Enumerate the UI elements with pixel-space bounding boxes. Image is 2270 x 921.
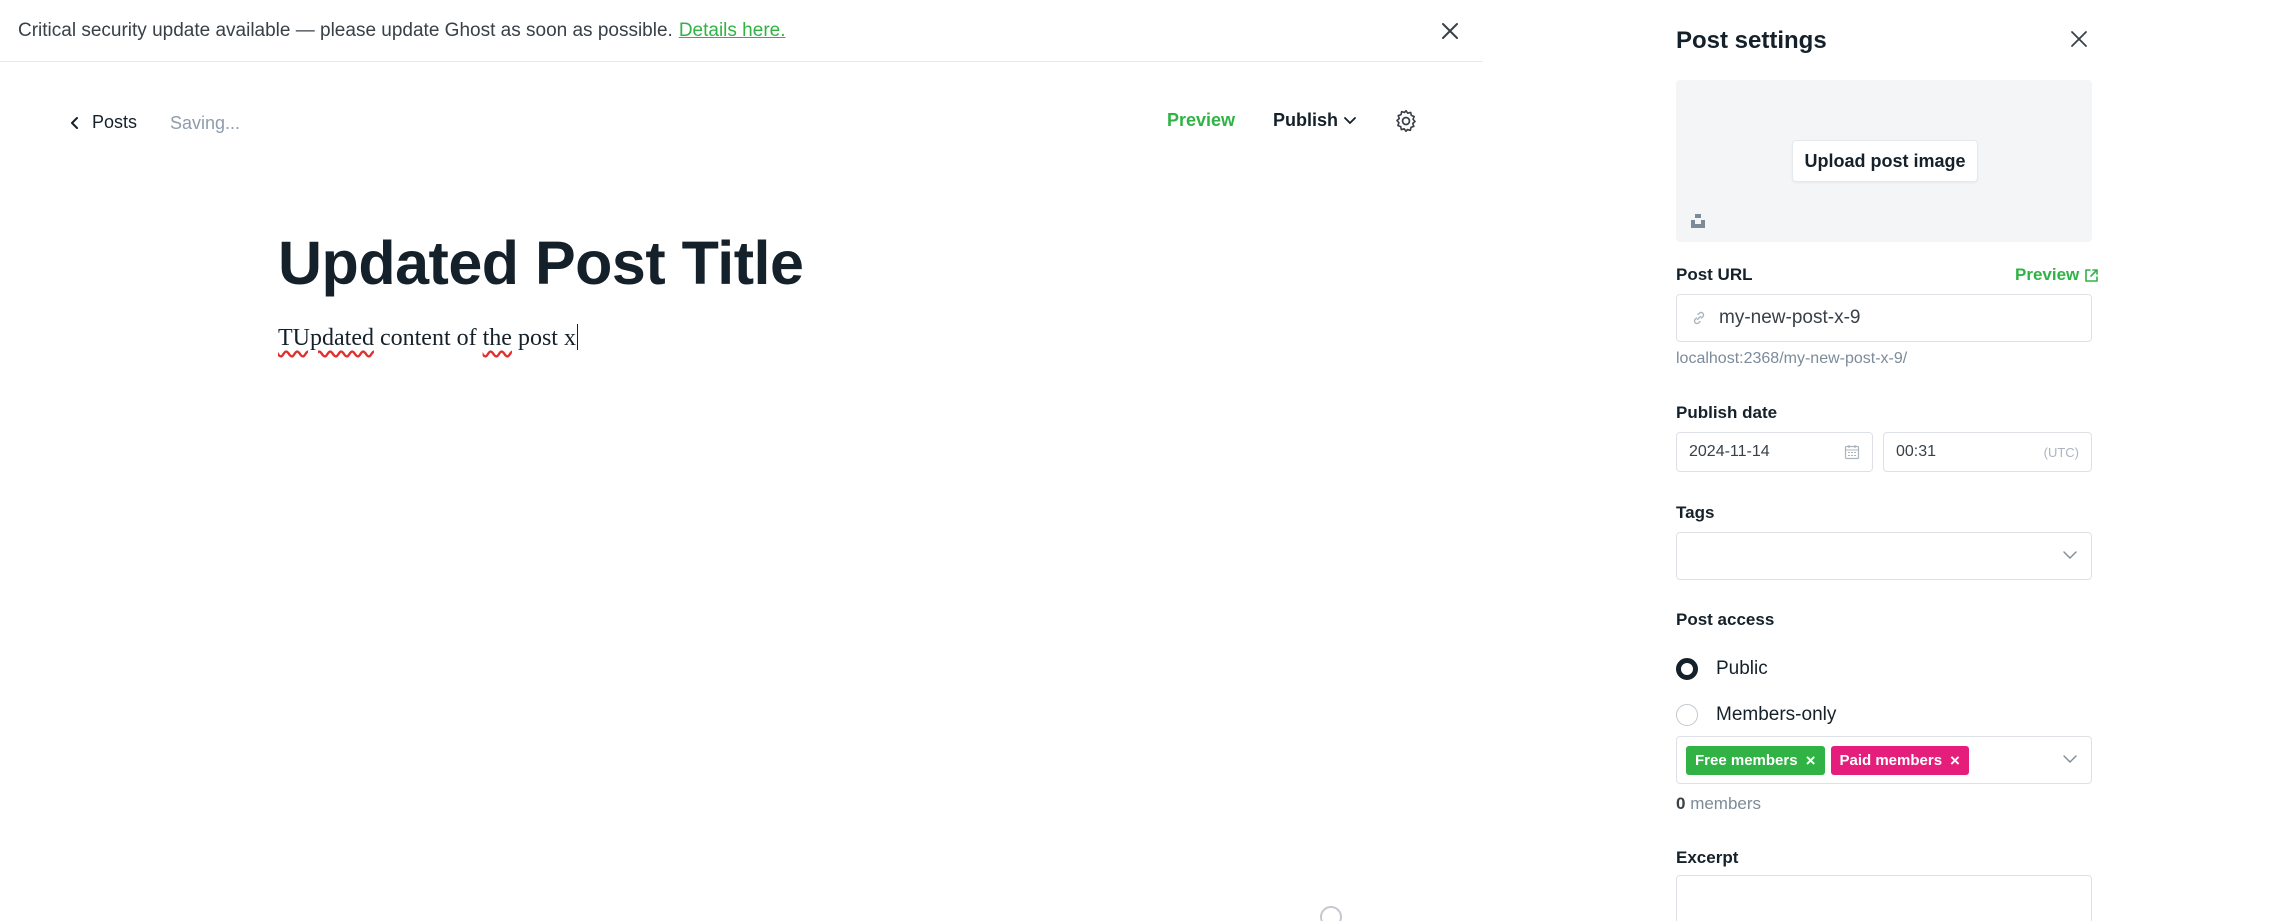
tier-chip-label: Paid members <box>1839 752 1943 769</box>
unsplash-icon[interactable] <box>1690 213 1706 229</box>
access-public-label: Public <box>1716 658 1768 679</box>
close-icon <box>1442 23 1458 39</box>
post-url-hint: localhost:2368/my-new-post-x-9/ <box>1676 350 1908 367</box>
tags-select[interactable] <box>1676 532 2092 580</box>
link-icon <box>1693 311 1705 325</box>
access-option-members[interactable]: Members-only <box>1676 704 1836 726</box>
date-value: 2024-11-14 <box>1689 443 1770 460</box>
publish-date-input[interactable]: 2024-11-14 <box>1676 432 1873 472</box>
banner-close-button[interactable] <box>1437 18 1463 44</box>
remove-tier-icon[interactable]: × <box>1806 751 1816 771</box>
members-count: 0 members <box>1676 794 1761 814</box>
editor-area: Critical security update available — ple… <box>0 0 1483 921</box>
time-value: 00:31 <box>1896 443 1937 460</box>
access-members-label: Members-only <box>1716 704 1837 725</box>
post-settings-toggle[interactable] <box>1393 108 1419 134</box>
preview-button[interactable]: Preview <box>1167 110 1235 131</box>
close-icon <box>2071 31 2087 47</box>
chevron-left-icon <box>71 116 78 129</box>
post-image-dropzone[interactable]: Upload post image <box>1676 80 2092 242</box>
security-banner: Critical security update available — ple… <box>0 0 1483 62</box>
chevron-down-icon <box>2063 755 2077 763</box>
content-text-2: post x <box>511 325 576 351</box>
help-icon[interactable] <box>1320 906 1342 921</box>
tier-chip-paid[interactable]: Paid members × <box>1830 746 1969 775</box>
excerpt-label: Excerpt <box>1676 848 1739 867</box>
post-content[interactable]: TUpdated content of the post x <box>278 324 578 352</box>
publish-button[interactable]: Publish <box>1273 110 1356 131</box>
timezone-label: (UTC) <box>2043 444 2079 460</box>
members-count-suffix: members <box>1685 794 1762 813</box>
remove-tier-icon[interactable]: × <box>1950 751 1960 771</box>
chevron-down-icon <box>2063 551 2077 559</box>
publish-label: Publish <box>1273 110 1339 130</box>
gear-icon <box>1396 109 1416 133</box>
excerpt-textarea[interactable] <box>1676 875 2092 921</box>
content-word-misspelled-2: the <box>482 325 512 351</box>
post-settings-panel: Post settings Upload post image Post URL… <box>1483 0 2270 921</box>
calendar-icon[interactable] <box>1844 444 1860 460</box>
save-status: Saving... <box>170 113 241 133</box>
publish-time-input[interactable]: 00:31 (UTC) <box>1883 432 2092 472</box>
back-label: Posts <box>92 112 138 132</box>
banner-details-link[interactable]: Details here. <box>679 20 786 42</box>
content-text: content of <box>373 325 483 351</box>
post-title[interactable]: Updated Post Title <box>278 228 804 298</box>
tier-chip-free[interactable]: Free members × <box>1686 746 1825 775</box>
tags-label: Tags <box>1676 503 1715 522</box>
upload-post-image-button[interactable]: Upload post image <box>1792 140 1978 182</box>
url-preview-link[interactable]: Preview <box>2015 265 2099 285</box>
url-preview-label: Preview <box>2015 265 2080 284</box>
radio-unselected-icon[interactable] <box>1676 704 1698 726</box>
editor-toolbar: Posts Saving... Preview Publish <box>0 100 1483 150</box>
text-caret <box>576 324 578 350</box>
external-link-icon <box>2085 268 2099 282</box>
ghost-editor-page: Critical security update available — ple… <box>0 0 2270 921</box>
tier-chip-label: Free members <box>1695 752 1798 769</box>
publish-date-label: Publish date <box>1676 403 1778 422</box>
post-url-input[interactable] <box>1719 307 2059 329</box>
access-option-public[interactable]: Public <box>1676 658 1768 680</box>
post-url-field[interactable] <box>1676 294 2092 342</box>
word-count-area <box>1320 906 1342 921</box>
banner-message: Critical security update available — ple… <box>18 19 673 41</box>
chevron-down-icon <box>1344 116 1356 124</box>
post-url-label: Post URL <box>1676 265 1753 284</box>
radio-selected-icon[interactable] <box>1676 658 1698 680</box>
content-word-misspelled: TUpdated <box>278 325 374 351</box>
member-tiers-select[interactable]: Free members × Paid members × <box>1676 736 2092 784</box>
panel-title: Post settings <box>1676 27 1827 54</box>
panel-close-button[interactable] <box>2067 27 2091 51</box>
back-to-posts-button[interactable]: Posts <box>70 112 137 133</box>
post-access-label: Post access <box>1676 610 1775 629</box>
